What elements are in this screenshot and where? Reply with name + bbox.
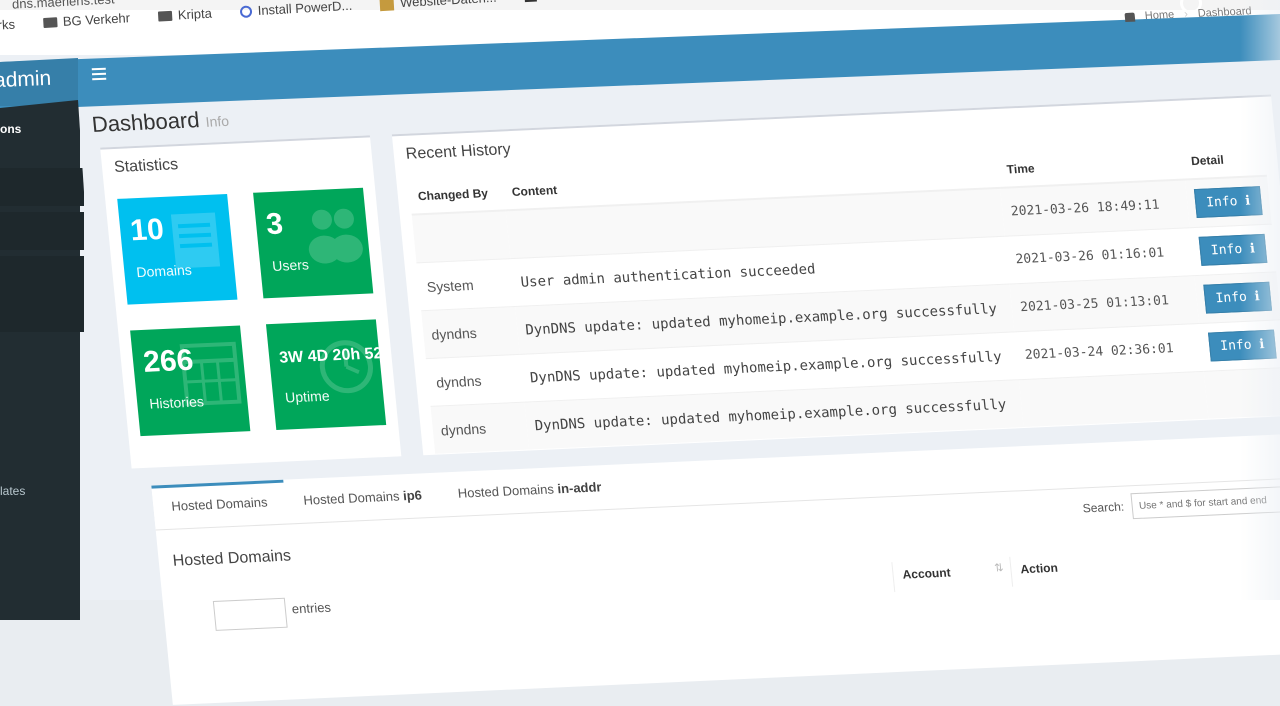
sidebar-item[interactable] <box>0 256 84 294</box>
bookmark-bg-verkehr[interactable]: BG Verkehr <box>42 10 130 30</box>
globe-icon <box>239 4 253 18</box>
app-logo[interactable]: admin <box>0 67 52 93</box>
sidebar: ons lates <box>0 100 84 620</box>
history-table: Changed By Content Time Detail 2021-03-2… <box>408 140 1280 454</box>
column-header-changed-by: Changed By <box>408 175 506 215</box>
entries-length-select[interactable] <box>212 597 288 631</box>
bookmark-label: Install PowerD... <box>257 0 353 19</box>
tab-suffix: in-addr <box>556 479 603 497</box>
search-label: Search: <box>1082 499 1125 516</box>
hosted-domains-title: Hosted Domains <box>171 547 292 570</box>
recent-history-title: Recent History <box>405 141 512 163</box>
cell-time: 2021-03-26 01:16:01 <box>1005 227 1195 285</box>
stat-label: Uptime <box>284 387 331 406</box>
sidebar-item[interactable] <box>0 212 84 250</box>
cell-changed-by: dyndns <box>421 306 520 359</box>
stat-tile-histories[interactable]: 266 Histories <box>130 325 251 437</box>
statistics-title: Statistics <box>113 156 179 177</box>
users-icon <box>308 208 363 264</box>
stat-value: 3 <box>264 207 285 242</box>
sort-icon[interactable]: ⇅ <box>994 561 1004 574</box>
sidebar-item[interactable] <box>0 294 84 332</box>
stat-tile-domains[interactable]: 10 Domains <box>117 193 238 305</box>
stat-value: 266 <box>141 343 195 379</box>
cell-changed-by: System <box>416 258 516 311</box>
column-divider <box>891 562 896 593</box>
folder-icon <box>42 16 58 28</box>
cell-time: 2021-03-25 01:13:01 <box>1009 275 1199 332</box>
info-button-label: Info <box>1205 194 1239 211</box>
bookmark-kripta[interactable]: Kripta <box>157 5 213 24</box>
hosted-domains-panel: Hosted Domains Hosted Domains ip6 Hosted… <box>151 433 1280 705</box>
page-subtitle: Info <box>204 112 230 130</box>
main-content: Home › Dashboard Dashboard Info Statistic… <box>91 5 1280 705</box>
stat-label: Users <box>271 256 310 274</box>
info-button-label: Info <box>1210 241 1243 259</box>
tab-label: Hosted Domains <box>302 488 401 508</box>
column-header-account[interactable]: Account <box>902 566 951 582</box>
bookmark-website-daten[interactable]: Website-Daten... <box>379 0 497 11</box>
stat-label: Domains <box>135 261 193 281</box>
bookmark-label: arks <box>0 16 16 33</box>
stat-label: Histories <box>148 393 205 412</box>
stat-tile-uptime[interactable]: 3W 4D 20h 52m Uptime <box>265 319 387 430</box>
tab-suffix: ip6 <box>402 487 423 504</box>
cell-time: 2021-03-24 02:36:01 <box>1014 323 1204 380</box>
cell-changed-by: dyndns <box>425 354 525 407</box>
column-header-action: Action <box>1019 560 1059 577</box>
breadcrumb-home[interactable]: Home <box>1144 9 1174 22</box>
tab-hosted-domains-ip6[interactable]: Hosted Domains ip6 <box>283 473 442 524</box>
bookmark-label: BG Verkehr <box>62 10 131 29</box>
tab-label: Hosted Domains <box>457 481 555 501</box>
column-divider <box>1009 556 1014 587</box>
cell-changed-by: dyndns <box>430 402 530 454</box>
stat-tile-users[interactable]: 3 Users <box>253 187 374 299</box>
cell-time: 2021-03-26 18:49:11 <box>1000 179 1190 237</box>
recent-history-box: Recent History Changed By Content Time D… <box>391 94 1280 456</box>
screen: dns.maerlens.test arks BG Verkehr Kripta… <box>0 0 1280 705</box>
sidebar-item-label[interactable]: ons <box>0 122 21 136</box>
sidebar-item-label[interactable]: lates <box>0 484 25 498</box>
edge-fade <box>1240 0 1280 600</box>
stat-value: 10 <box>128 212 166 248</box>
home-icon <box>1124 12 1136 22</box>
page-title-text: Dashboard <box>90 107 201 137</box>
tab-hosted-domains[interactable]: Hosted Domains <box>151 479 288 530</box>
page-title: Dashboard Info <box>91 106 230 138</box>
bookmark-item[interactable]: arks <box>0 17 15 33</box>
bookmark-icon <box>524 0 537 2</box>
entries-label: entries <box>291 599 332 617</box>
breadcrumb-separator: › <box>1183 8 1189 21</box>
tab-label: Hosted Domains <box>170 494 269 514</box>
bookmark-install-powerdns[interactable]: Install PowerD... <box>239 0 353 19</box>
cell-changed-by <box>411 210 511 263</box>
bookmark-label: Kripta <box>177 5 213 23</box>
menu-toggle-icon[interactable] <box>91 67 107 81</box>
folder-icon <box>157 10 173 22</box>
sidebar-item[interactable] <box>0 168 84 206</box>
cell-time <box>1019 371 1209 428</box>
statistics-box: Statistics 10 Domains 3 Users 266 Histor… <box>100 135 402 469</box>
page-icon <box>379 0 395 11</box>
